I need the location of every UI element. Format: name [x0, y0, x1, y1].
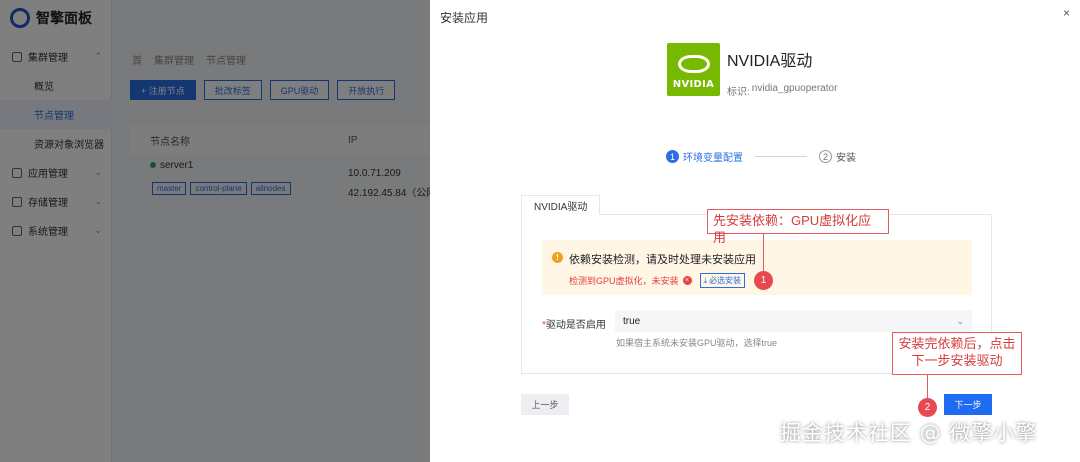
annotation-note-2: 安装完依赖后，点击 下一步安装驱动 [892, 332, 1022, 375]
step-label: 安装 [836, 153, 856, 164]
alert-detail: 检测到GPU虚拟化，未安装 × ⤓ 必选安装 [569, 273, 746, 288]
steps: 1 环境变量配置 2 安装 [666, 149, 856, 164]
nvidia-logo: NVIDIA [667, 43, 720, 96]
nvidia-logo-text: NVIDIA [672, 79, 715, 90]
watermark: 掘金技术社区 @ 微擎小擎 [780, 421, 1038, 445]
field-hint: 如果宿主系统未安装GPU驱动，选择true [616, 338, 778, 348]
modal-overlay[interactable] [0, 0, 430, 462]
app-id-value: nvidia_gpuoperator [751, 83, 838, 94]
annotation-note-2-line1: 安装完依赖后，点击 [898, 336, 1016, 351]
annotation-note-1: 先安装依赖：GPU虚拟化应用 [707, 209, 889, 245]
error-icon: × [682, 276, 692, 285]
annotation-marker-2: 2 [918, 398, 937, 417]
driver-enabled-label-text: 驱动是否启用 [545, 320, 606, 331]
driver-enabled-label: *驱动是否启用 [542, 316, 606, 331]
step-label: 环境变量配置 [683, 153, 743, 164]
install-app-drawer: 安装应用 × NVIDIA NVIDIA驱动 标识: nvidia_gpuope… [430, 0, 1080, 462]
annotation-leader [927, 375, 928, 398]
app-identifier: 标识: nvidia_gpuoperator [727, 83, 837, 98]
tab-nvidia-driver[interactable]: NVIDIA驱动 [521, 195, 601, 215]
step-env-config[interactable]: 1 环境变量配置 [666, 149, 743, 164]
close-icon[interactable]: × [1063, 6, 1070, 20]
alert-title: 依赖安装检测，请及时处理未安装应用 [569, 254, 756, 266]
app-id-label: 标识: [727, 87, 750, 98]
step-install[interactable]: 2 安装 [819, 149, 856, 164]
required-install-label: 必选安装 [709, 276, 742, 285]
prev-button[interactable]: 上一步 [521, 394, 569, 415]
warning-icon: ! [552, 252, 563, 263]
required-install-button[interactable]: ⤓ 必选安装 [699, 273, 746, 288]
step-number: 2 [819, 150, 832, 163]
nvidia-eye-icon [677, 55, 710, 73]
driver-enabled-select[interactable]: true ⌄ [615, 310, 972, 332]
download-icon: ⤓ [703, 275, 708, 285]
next-button[interactable]: 下一步 [944, 394, 992, 415]
annotation-marker-1: 1 [754, 271, 773, 290]
drawer-title: 安装应用 [440, 11, 489, 25]
app-name: NVIDIA驱动 [727, 53, 813, 70]
missing-dependency-text: 检测到GPU虚拟化，未安装 [569, 276, 679, 286]
annotation-note-2-line2: 下一步安装驱动 [911, 353, 1003, 368]
step-connector [755, 156, 807, 157]
chevron-down-icon: ⌄ [956, 315, 964, 326]
select-value: true [623, 315, 641, 327]
annotation-leader [763, 234, 764, 271]
step-number: 1 [666, 150, 679, 163]
